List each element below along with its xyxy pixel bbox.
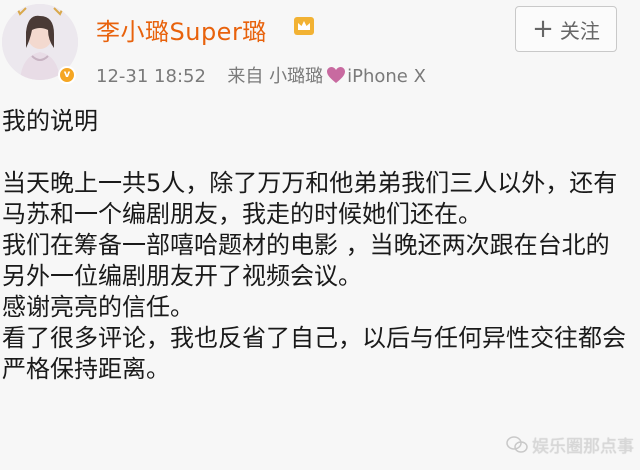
post-paragraph: 感谢亮亮的信任。 [2, 293, 194, 321]
post-meta: 12-31 18:52 来自 小璐璐 iPhone X [96, 62, 426, 88]
post-content: 我的说明 当天晚上一共5人，除了万万和他弟弟我们三人以外，还有马苏和一个编剧朋友… [2, 106, 632, 385]
follow-label: 关注 [559, 18, 600, 43]
post-paragraph: 我们在筹备一部嘻哈题材的电影 ，当晚还两次跟在台北的另外一位编剧朋友开了视频会议… [2, 231, 610, 290]
follow-button[interactable]: + 关注 [515, 6, 617, 52]
post-paragraph: 看了很多评论，我也反省了自己，以后与任何异性交往都会严格保持距离。 [2, 324, 626, 383]
post-header: v 李小璐Super璐 12-31 18:52 来自 小璐璐 iPhone X … [0, 0, 640, 100]
source-name[interactable]: 小璐璐 [269, 66, 323, 87]
watermark-text: 娱乐圈那点事 [532, 437, 634, 457]
post-date: 12-31 [96, 66, 149, 87]
wechat-icon [506, 435, 528, 453]
source-device[interactable]: iPhone X [347, 66, 426, 87]
post-paragraph: 当天晚上一共5人，除了万万和他弟弟我们三人以外，还有马苏和一个编剧朋友，我走的时… [2, 169, 618, 228]
post-time: 18:52 [154, 66, 206, 87]
heart-icon [327, 67, 346, 83]
username[interactable]: 李小璐Super璐 [96, 12, 267, 47]
post-title: 我的说明 [2, 107, 98, 135]
plus-icon: + [532, 14, 554, 44]
verified-badge-icon: v [58, 66, 76, 84]
watermark: 娱乐圈那点事 [506, 432, 634, 457]
crown-badge-icon [294, 17, 314, 35]
source-prefix: 来自 [227, 66, 264, 87]
